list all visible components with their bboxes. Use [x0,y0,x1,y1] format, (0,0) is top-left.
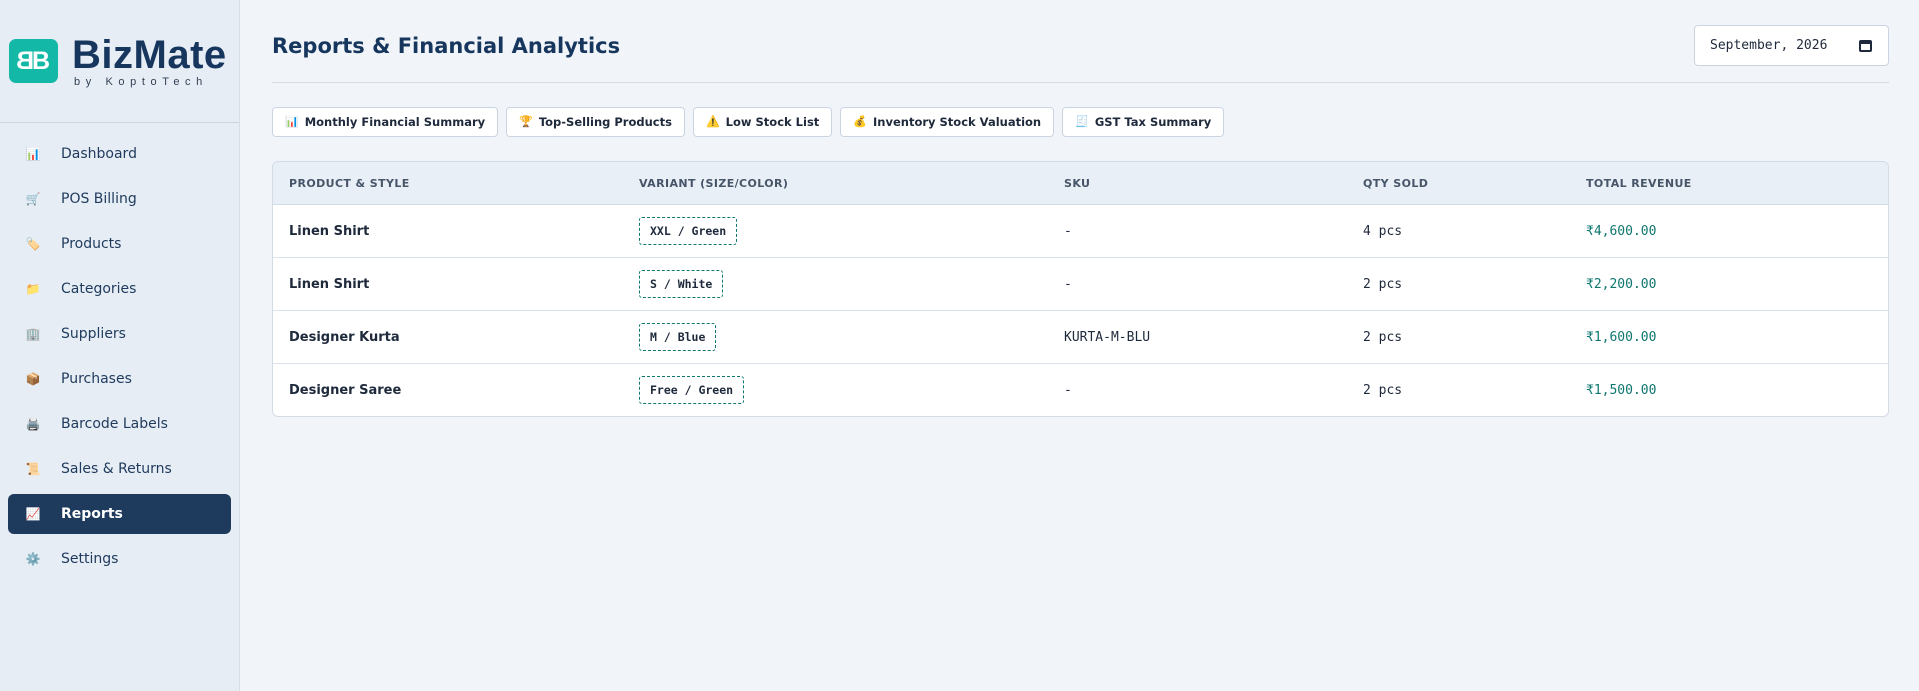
sku-cell: - [1064,224,1072,239]
sidebar-item-categories[interactable]: 📁 Categories [8,269,231,309]
sidebar-item-barcode-labels[interactable]: 🖨️ Barcode Labels [8,404,231,444]
sidebar-item-label: Suppliers [61,326,126,342]
table-body: Linen Shirt XXL / Green -4 pcs ₹4,600.00 Lin… [273,205,1888,416]
sidebar-item-label: Settings [61,551,119,567]
tab-label: GST Tax Summary [1094,115,1212,129]
bar-chart-icon: 📊 [25,147,41,161]
product-cell: Linen Shirt [289,224,370,239]
money-bag-icon: 💰 [853,115,867,128]
table-row: Designer Kurta M / Blue KURTA-M-BLU 2 pcs ₹1… [273,311,1888,364]
brand-header: B B BizMate by KoptoTech [0,0,239,123]
sku-cell: - [1064,383,1072,398]
tab-gst-tax-summary[interactable]: 🧾 GST Tax Summary [1062,107,1225,137]
revenue-cell: ₹4,600.00 [1586,224,1657,239]
trend-chart-icon: 📈 [25,507,41,521]
sidebar-item-reports[interactable]: 📈 Reports [8,494,231,534]
table-row: Linen Shirt XXL / Green - 4 pcs ₹4,600.00 [273,205,1888,258]
printer-icon: 🖨️ [25,417,41,431]
column-header-product: PRODUCT & STYLE [289,177,410,190]
page-title: Reports & Financial Analytics [272,34,621,58]
logo-glyph-right: B [32,47,51,75]
sidebar-item-pos-billing[interactable]: 🛒 POS Billing [8,179,231,219]
tab-top-selling-products[interactable]: 🏆 Top-Selling Products [506,107,685,137]
table-row: Designer Saree Free / Green - 2 pcs ₹1,500.0… [273,364,1888,416]
sidebar-item-label: Reports [61,506,123,522]
page-header: Reports & Financial Analytics September,… [272,0,1889,83]
sku-cell: - [1064,277,1072,292]
table-header: PRODUCT & STYLE VARIANT (SIZE/COLOR) SKU… [273,162,1888,205]
brand-name: BizMate [72,32,227,77]
tab-inventory-stock-valuation[interactable]: 💰 Inventory Stock Valuation [840,107,1055,137]
receipt-icon: 🧾 [1075,115,1089,128]
brand-text: BizMate by KoptoTech [72,35,227,88]
qty-cell: 2 pcs [1363,277,1403,292]
column-header-variant: VARIANT (SIZE/COLOR) [639,177,789,190]
gear-icon: ⚙️ [25,552,41,566]
column-header-qty: QTY SOLD [1363,177,1429,190]
sidebar-item-label: Categories [61,281,137,297]
sku-cell: KURTA-M-BLU [1064,330,1151,345]
revenue-cell: ₹2,200.00 [1586,277,1657,292]
product-cell: Designer Saree [289,383,402,398]
sidebar-item-sales-returns[interactable]: 📜 Sales & Returns [8,449,231,489]
warning-icon: ⚠️ [705,115,720,128]
qty-cell: 4 pcs [1363,224,1403,239]
cart-icon: 🛒 [25,192,41,206]
sidebar-item-label: Dashboard [61,146,137,162]
sidebar-item-products[interactable]: 🏷️ Products [8,224,231,264]
tab-label: Monthly Financial Summary [304,115,486,129]
sidebar-item-dashboard[interactable]: 📊 Dashboard [8,134,231,174]
sidebar-item-suppliers[interactable]: 🏢 Suppliers [8,314,231,354]
product-cell: Designer Kurta [289,330,400,345]
qty-cell: 2 pcs [1363,330,1403,345]
tab-monthly-financial-summary[interactable]: 📊 Monthly Financial Summary [272,107,499,137]
revenue-cell: ₹1,600.00 [1586,330,1657,345]
brand-subtitle: by KoptoTech [74,75,208,88]
sidebar-item-label: Purchases [61,371,132,387]
column-header-sku: SKU [1064,177,1091,190]
tab-label: Low Stock List [725,115,820,129]
variant-badge: S / White [639,270,724,298]
trophy-icon: 🏆 [519,115,533,128]
calendar-icon[interactable] [1859,40,1872,52]
tab-low-stock-list[interactable]: ⚠️ Low Stock List [692,107,833,137]
variant-badge: M / Blue [639,323,717,351]
tab-label: Top-Selling Products [538,115,672,129]
scroll-icon: 📜 [25,462,41,476]
table-row: Linen Shirt S / White - 2 pcs ₹2,200.00 [273,258,1888,311]
sidebar-nav: 📊 Dashboard 🛒 POS Billing 🏷️ Products 📁 Categor… [0,134,239,579]
product-cell: Linen Shirt [289,277,370,292]
sidebar-item-label: Products [61,236,122,252]
sidebar-item-label: POS Billing [61,191,137,207]
main-content: Reports & Financial Analytics September,… [240,0,1919,691]
sidebar: B B BizMate by KoptoTech 📊 Dashboard 🛒 POS … [0,0,240,691]
tab-label: Inventory Stock Valuation [873,115,1042,129]
package-icon: 📦 [25,372,41,386]
logo-mark: B B [9,39,58,83]
sidebar-item-label: Barcode Labels [61,416,168,432]
revenue-cell: ₹1,500.00 [1586,383,1657,398]
sidebar-item-label: Sales & Returns [61,461,172,477]
report-table: PRODUCT & STYLE VARIANT (SIZE/COLOR) SKU… [272,161,1889,417]
building-icon: 🏢 [25,327,41,341]
sidebar-item-purchases[interactable]: 📦 Purchases [8,359,231,399]
sidebar-item-settings[interactable]: ⚙️ Settings [8,539,231,579]
qty-cell: 2 pcs [1363,383,1403,398]
folder-icon: 📁 [25,282,41,296]
month-picker-input[interactable]: September, 2026 [1694,25,1889,66]
bar-chart-icon: 📊 [285,115,299,128]
variant-badge: Free / Green [639,376,745,404]
column-header-revenue: TOTAL REVENUE [1586,177,1692,190]
month-picker-value: September, 2026 [1710,38,1828,53]
variant-badge: XXL / Green [639,217,738,245]
tag-icon: 🏷️ [25,237,41,251]
report-tabs: 📊 Monthly Financial Summary 🏆 Top-Selling P… [272,107,1232,137]
